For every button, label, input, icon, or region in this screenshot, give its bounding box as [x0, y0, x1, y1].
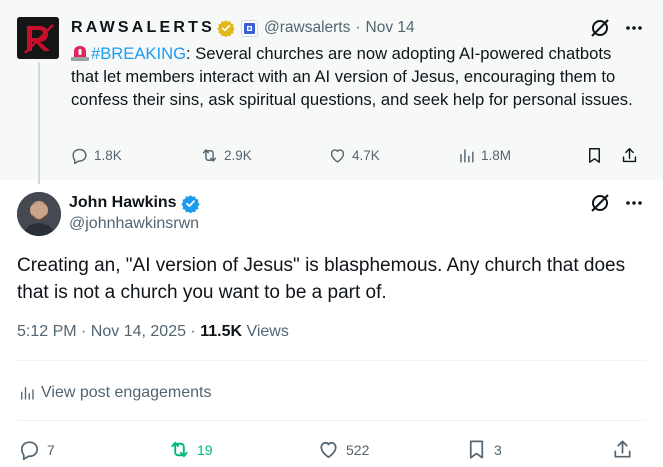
more-options-icon[interactable]	[624, 18, 644, 38]
post-views-label: Views	[242, 323, 289, 340]
gold-verified-badge-icon	[217, 19, 235, 37]
analytics-icon	[457, 146, 476, 165]
affiliate-badge-icon[interactable]	[241, 19, 258, 37]
share-icon	[620, 146, 639, 165]
repost-count: 19	[197, 441, 213, 458]
post-views-count: 11.5K	[200, 323, 243, 340]
analytics-icon	[18, 384, 36, 402]
share-button[interactable]	[611, 438, 640, 461]
rawsalerts-logo-icon	[17, 17, 59, 59]
heart-icon	[317, 438, 340, 461]
parent-share-button[interactable]	[620, 146, 644, 165]
parent-tweet-header: RAWSALERTS @rawsalerts · Nov 14	[71, 17, 415, 39]
bookmark-count: 3	[494, 441, 502, 458]
parent-tweet-text: #BREAKING: Several churches are now adop…	[71, 42, 643, 111]
siren-emoji-icon	[71, 44, 89, 61]
reply-button[interactable]: 7	[18, 438, 55, 461]
repost-icon	[168, 438, 191, 461]
parent-repost-count: 2.9K	[224, 148, 252, 163]
main-author-handle[interactable]: @johnhawkinsrwn	[69, 215, 199, 233]
parent-reply-count: 1.8K	[94, 148, 122, 163]
view-engagements-link[interactable]: View post engagements	[18, 384, 211, 402]
main-action-bar: 7 19 522 3	[18, 437, 636, 463]
grok-icon[interactable]	[590, 18, 610, 38]
bookmark-icon	[585, 146, 604, 165]
like-count: 522	[346, 441, 370, 458]
more-options-icon[interactable]	[624, 193, 644, 213]
blue-verified-badge-icon	[180, 194, 200, 213]
main-tweet-text: Creating an, "AI version of Jesus" is bl…	[17, 255, 626, 303]
like-button[interactable]: 522	[317, 438, 369, 461]
parent-repost-button[interactable]: 2.9K	[200, 146, 252, 165]
parent-action-bar: 1.8K 2.9K 4.7K 1.8M	[70, 146, 642, 168]
divider-line	[17, 360, 646, 361]
parent-author-name[interactable]: RAWSALERTS	[71, 19, 215, 37]
rawsalerts-avatar[interactable]	[17, 17, 59, 59]
divider-line	[17, 420, 646, 421]
repost-icon	[200, 146, 219, 165]
parent-like-button[interactable]: 4.7K	[328, 146, 380, 165]
reply-icon	[18, 438, 41, 461]
john-hawkins-avatar[interactable]	[17, 192, 61, 236]
heart-icon	[328, 146, 347, 165]
share-icon	[611, 438, 634, 461]
person-avatar-icon	[17, 192, 61, 236]
main-author-row: John Hawkins	[69, 192, 200, 214]
parent-reply-button[interactable]: 1.8K	[70, 146, 122, 165]
breaking-hashtag-link[interactable]: #BREAKING	[91, 44, 186, 63]
bookmark-icon	[465, 438, 488, 461]
thread-connector-line	[38, 62, 40, 184]
view-engagements-label: View post engagements	[41, 384, 212, 401]
bookmark-button[interactable]: 3	[465, 438, 502, 461]
parent-like-count: 4.7K	[352, 148, 380, 163]
grok-icon[interactable]	[590, 193, 610, 213]
post-timestamp[interactable]: 5:12 PM · Nov 14, 2025 ·	[17, 323, 200, 340]
main-top-actions	[590, 193, 644, 213]
header-separator: ·	[355, 19, 361, 36]
parent-bookmark-button[interactable]	[585, 146, 609, 165]
post-metadata: 5:12 PM · Nov 14, 2025 · 11.5K Views	[17, 323, 289, 341]
reply-count: 7	[47, 441, 55, 458]
repost-button[interactable]: 19	[168, 438, 213, 461]
parent-author-handle[interactable]: @rawsalerts	[264, 19, 350, 37]
parent-top-actions	[590, 18, 644, 38]
main-author-name[interactable]: John Hawkins	[69, 194, 177, 212]
parent-view-count: 1.8M	[481, 148, 512, 163]
parent-views-button[interactable]: 1.8M	[457, 146, 511, 165]
parent-tweet[interactable]: RAWSALERTS @rawsalerts · Nov 14 #BREAKIN…	[0, 0, 663, 184]
parent-post-date[interactable]: Nov 14	[366, 19, 415, 37]
reply-icon	[70, 146, 89, 165]
